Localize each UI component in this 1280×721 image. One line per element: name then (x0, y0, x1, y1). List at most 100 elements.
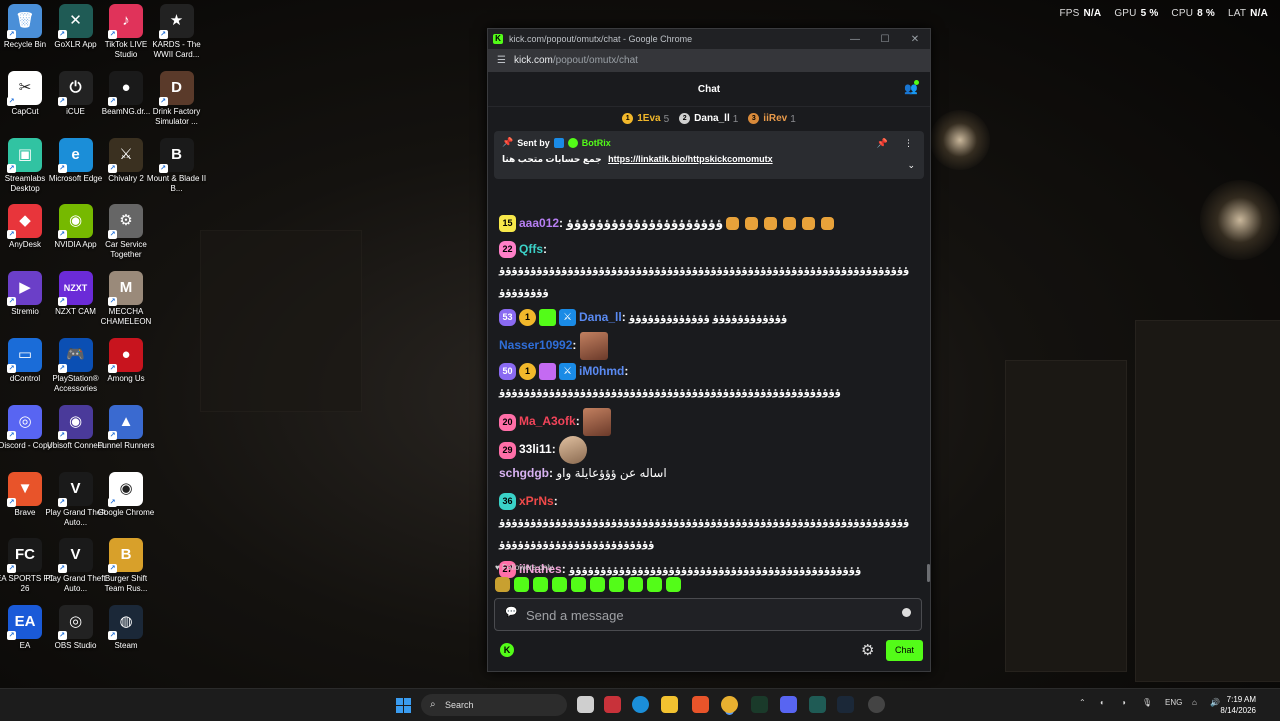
chat-header: Chat 👥 (488, 72, 930, 107)
emote-icon[interactable] (552, 577, 567, 592)
emote-icon[interactable] (628, 577, 643, 592)
emote-icon[interactable] (590, 577, 605, 592)
edge-icon[interactable] (632, 696, 649, 713)
username[interactable]: Dana_ll (579, 310, 622, 324)
desktop-shortcut[interactable]: ● ↗ Among Us (95, 338, 157, 384)
kick-favicon-icon: K (493, 34, 503, 44)
brave-icon[interactable] (692, 696, 709, 713)
chat-scrollbar[interactable] (927, 564, 930, 582)
cat-emote-icon (783, 217, 797, 231)
clock[interactable]: 7:19 AM 8/14/2026 (1220, 694, 1256, 716)
username[interactable]: Ma_A3ofk (519, 414, 576, 428)
username[interactable]: xPrNs (519, 494, 554, 508)
emote-icon[interactable] (495, 577, 510, 592)
file-explorer-icon[interactable] (661, 696, 678, 713)
more-options-icon[interactable]: ⋮ (904, 138, 913, 149)
username[interactable]: Nasser10992 (499, 338, 572, 352)
goxlr-icon[interactable] (809, 696, 826, 713)
emote-icon[interactable] (571, 577, 586, 592)
leader-name: iiRev (763, 113, 788, 125)
unpin-icon[interactable]: 📌 (877, 138, 888, 149)
bot-badge-icon (553, 137, 564, 148)
username[interactable]: Qffs (519, 242, 543, 256)
pinned-link[interactable]: https://linkatik.bio/httpskickcomomutx (608, 154, 773, 164)
language-indicator[interactable]: ENG (1165, 698, 1182, 707)
taskbar-search[interactable]: ⌕ Search (421, 694, 567, 716)
lat-label: LAT (1227, 8, 1247, 19)
username[interactable]: schgdgb (499, 466, 549, 480)
gear-icon[interactable]: ⚙ (861, 641, 874, 659)
tray-app-icon[interactable]: ◐ (1100, 698, 1105, 707)
chevron-down-icon[interactable]: ⌄ (907, 160, 915, 171)
cat-emote-icon (726, 217, 740, 231)
desktop-shortcut[interactable]: ★ ↗ KARDS - The WWII Card... (146, 4, 208, 60)
address-bar[interactable]: ☰ kick.com/popout/omutx/chat (488, 49, 930, 72)
send-chat-button[interactable]: Chat (886, 640, 923, 661)
shortcut-arrow-icon: ↗ (108, 230, 117, 240)
moderator-sword-icon: ⚔ (559, 363, 576, 381)
discord-icon[interactable] (780, 696, 797, 713)
emote-icon[interactable] (609, 577, 624, 592)
app-icon: ◍ ↗ (108, 605, 143, 641)
username[interactable]: aaa012 (519, 216, 559, 230)
app-icon[interactable] (604, 696, 621, 713)
leader-item[interactable]: 3 iiRev 1 (748, 113, 796, 125)
obs-icon[interactable] (868, 696, 885, 713)
username[interactable]: 33li11 (519, 442, 552, 456)
rank-1-icon: 1 (622, 113, 634, 125)
desktop-shortcut[interactable]: ⚙ ↗ Car Service Together (95, 204, 157, 260)
app-icon: ▣ ↗ (7, 137, 42, 173)
shortcut-arrow-icon: ↗ (158, 163, 168, 173)
pinned-sender[interactable]: BotRix (582, 138, 611, 148)
level-badge: 50 (499, 363, 516, 381)
desktop-shortcut[interactable]: ◍ ↗ Steam (95, 605, 157, 651)
emote-icon[interactable] (647, 577, 662, 592)
desktop-shortcut[interactable]: ◉ ↗ Google Chrome (95, 471, 157, 518)
microphone-icon[interactable]: 🎙 (1142, 698, 1152, 707)
desktop-shortcut[interactable]: M ↗ MECCHA CHAMELEON (95, 271, 157, 327)
kick-logo-icon[interactable]: K (500, 643, 514, 657)
username[interactable]: iM0hmd (579, 364, 624, 378)
app-icon: ▭ ↗ (7, 338, 42, 373)
app-icon: ◆ ↗ (7, 204, 42, 240)
app-icon: ◉ ↗ (57, 404, 93, 440)
close-icon[interactable]: ✕ (900, 34, 930, 45)
desktop-shortcut[interactable]: ▲ ↗ Funnel Runners (95, 404, 157, 451)
tray-chevron-icon[interactable]: ⌃ (1079, 698, 1086, 707)
chat-message: 36 xPrNs: ؤؤؤؤؤؤؤؤؤؤؤؤؤؤؤؤؤؤؤؤؤؤؤؤؤؤؤؤؤؤؤ… (499, 493, 910, 550)
minimize-icon[interactable]: — (840, 34, 870, 45)
desktop-shortcut[interactable]: B ↗ Mount & Blade II B... (146, 137, 208, 194)
task-view-icon[interactable] (577, 696, 594, 713)
app-icon: ⏻ ↗ (57, 70, 93, 106)
tray-app-icon[interactable]: ◑ (1121, 698, 1126, 707)
level-badge: 29 (499, 441, 516, 459)
app-icon: ● ↗ (108, 70, 143, 106)
desktop-shortcut[interactable]: B ↗ Burger Shift Team Rus... (95, 538, 157, 594)
app-icon: ◎ ↗ (57, 605, 93, 641)
level-badge: 20 (499, 413, 516, 431)
emoji-picker-icon[interactable] (902, 608, 911, 617)
url-path: /popout/omutx/chat (552, 55, 638, 66)
emote-icon[interactable] (533, 577, 548, 592)
chat-message: 22 Qffs: ؤؤؤؤؤؤؤؤؤؤؤؤؤؤؤؤؤؤؤؤؤؤؤؤؤؤؤؤؤؤؤؤ… (499, 241, 910, 298)
gift-icon (539, 309, 556, 327)
desktop-shortcut[interactable]: D ↗ Drink Factory Simulator ... (146, 70, 208, 127)
app-icon[interactable] (751, 696, 768, 713)
site-settings-icon[interactable]: ☰ (497, 55, 506, 66)
desktop-shortcut-label: MECCHA CHAMELEON (100, 307, 152, 327)
shortcut-arrow-icon: ↗ (57, 297, 67, 307)
leader-item[interactable]: 2 Dana_ll 1 (679, 113, 738, 125)
window-titlebar[interactable]: K kick.com/popout/omutx/chat - Google Ch… (488, 29, 930, 49)
message-input[interactable]: 💬 Send a message (494, 598, 922, 631)
maximize-icon[interactable]: ☐ (870, 34, 900, 45)
emote-icon[interactable] (666, 577, 681, 592)
leader-item[interactable]: 1 1Eva 5 (622, 113, 669, 125)
chrome-icon[interactable] (721, 696, 738, 713)
pinned-message: 📌 Sent by BotRix جمع حسابات متحب هنا htt… (494, 131, 924, 179)
volume-icon[interactable]: 🔊 (1210, 698, 1220, 707)
steam-icon[interactable] (837, 696, 854, 713)
network-icon[interactable]: ⌂ (1192, 698, 1197, 707)
start-icon[interactable] (396, 698, 411, 713)
emote-icon[interactable] (514, 577, 529, 592)
app-icon: ▼ ↗ (7, 471, 42, 507)
